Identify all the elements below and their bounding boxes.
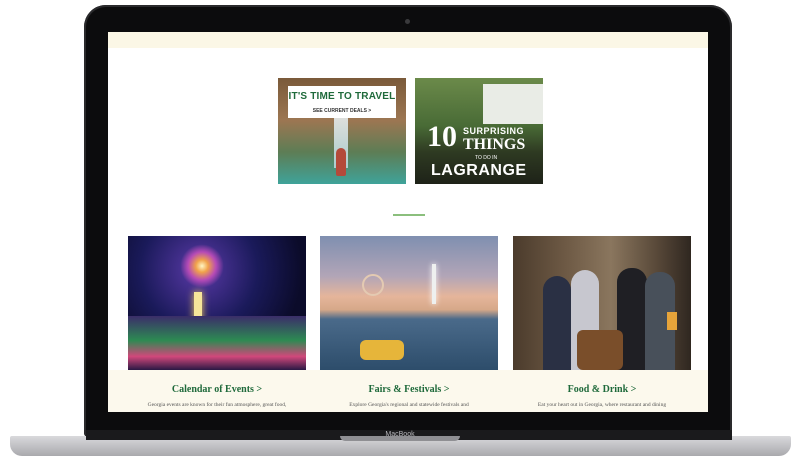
fountain: [432, 264, 436, 304]
card-title-events[interactable]: Calendar of Events >: [128, 384, 306, 395]
camera-dot: [405, 19, 410, 24]
card-image-events[interactable]: [128, 236, 306, 370]
screen: IT'S TIME TO TRAVEL SEE CURRENT DEALS > …: [108, 32, 708, 412]
ad-headline: IT'S TIME TO TRAVEL: [288, 91, 396, 102]
paddle-boat: [360, 340, 404, 360]
fireworks: [180, 244, 224, 288]
ad-travel[interactable]: IT'S TIME TO TRAVEL SEE CURRENT DEALS >: [278, 78, 406, 184]
barrel-table: [577, 330, 623, 370]
card-title-festivals[interactable]: Fairs & Festivals >: [320, 384, 498, 395]
ad-line1: SURPRISING: [463, 126, 525, 136]
ad-line3: TO DO IN: [475, 155, 498, 161]
ad-subline[interactable]: SEE CURRENT DEALS >: [288, 108, 396, 114]
card-image-food[interactable]: [513, 236, 691, 370]
card-desc-food: Eat your heart out in Georgia, where res…: [537, 402, 667, 408]
ad-line2: THINGS: [463, 136, 526, 153]
ad-city: LAGRANGE: [431, 162, 527, 179]
ad-lagrange[interactable]: 10 SURPRISING THINGS TO DO IN LAGRANGE: [415, 78, 543, 184]
section-divider: [393, 214, 425, 216]
brand-label: MacBook: [385, 431, 415, 438]
traveler-figure: [336, 148, 346, 176]
house-image: [483, 84, 543, 124]
night-park: [128, 316, 306, 370]
person-1: [543, 276, 571, 370]
card-desc-festivals: Explore Georgia's regional and statewide…: [349, 402, 469, 408]
top-band: [108, 32, 708, 48]
card-image-festivals[interactable]: [320, 236, 498, 370]
card-desc-events: Georgia events are known for their fun a…: [147, 402, 287, 408]
ad-number: 10: [427, 120, 457, 153]
beer-glass: [667, 312, 677, 330]
card-title-food[interactable]: Food & Drink >: [513, 384, 691, 395]
ferris-wheel: [362, 274, 384, 296]
ad-banner: IT'S TIME TO TRAVEL SEE CURRENT DEALS >: [288, 86, 396, 118]
